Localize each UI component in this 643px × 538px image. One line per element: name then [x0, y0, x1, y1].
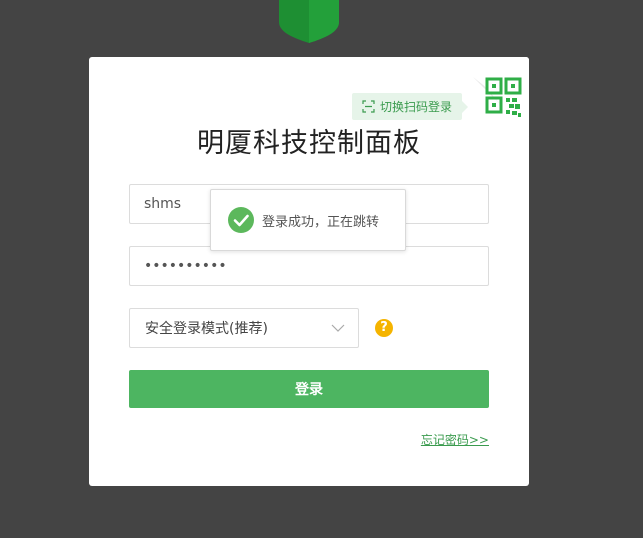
- success-check-icon: [228, 207, 254, 233]
- login-button[interactable]: 登录: [129, 370, 489, 408]
- forgot-password-link[interactable]: 忘记密码>>: [421, 431, 489, 448]
- shield-logo-icon: [279, 0, 339, 43]
- login-mode-select[interactable]: 安全登录模式(推荐): [129, 308, 359, 348]
- login-mode-selected: 安全登录模式(推荐): [145, 321, 268, 337]
- scan-login-label: 切换扫码登录: [380, 100, 453, 114]
- chevron-down-icon: [331, 324, 345, 332]
- password-input[interactable]: [130, 247, 488, 285]
- scan-login-tip[interactable]: 切换扫码登录: [352, 93, 469, 120]
- help-icon[interactable]: ?: [375, 319, 393, 337]
- password-field-wrapper: [129, 246, 489, 286]
- scan-icon: [362, 100, 375, 113]
- page-title: 明厦科技控制面板: [197, 128, 421, 159]
- toast-message: 登录成功，正在跳转: [262, 214, 380, 230]
- login-page: 切换扫码登录 明厦科技控制面板 shms •••••••••• 安全登录模式(推…: [0, 0, 643, 538]
- login-card: 切换扫码登录 明厦科技控制面板 shms •••••••••• 安全登录模式(推…: [89, 57, 529, 486]
- success-toast: 登录成功，正在跳转: [210, 189, 406, 251]
